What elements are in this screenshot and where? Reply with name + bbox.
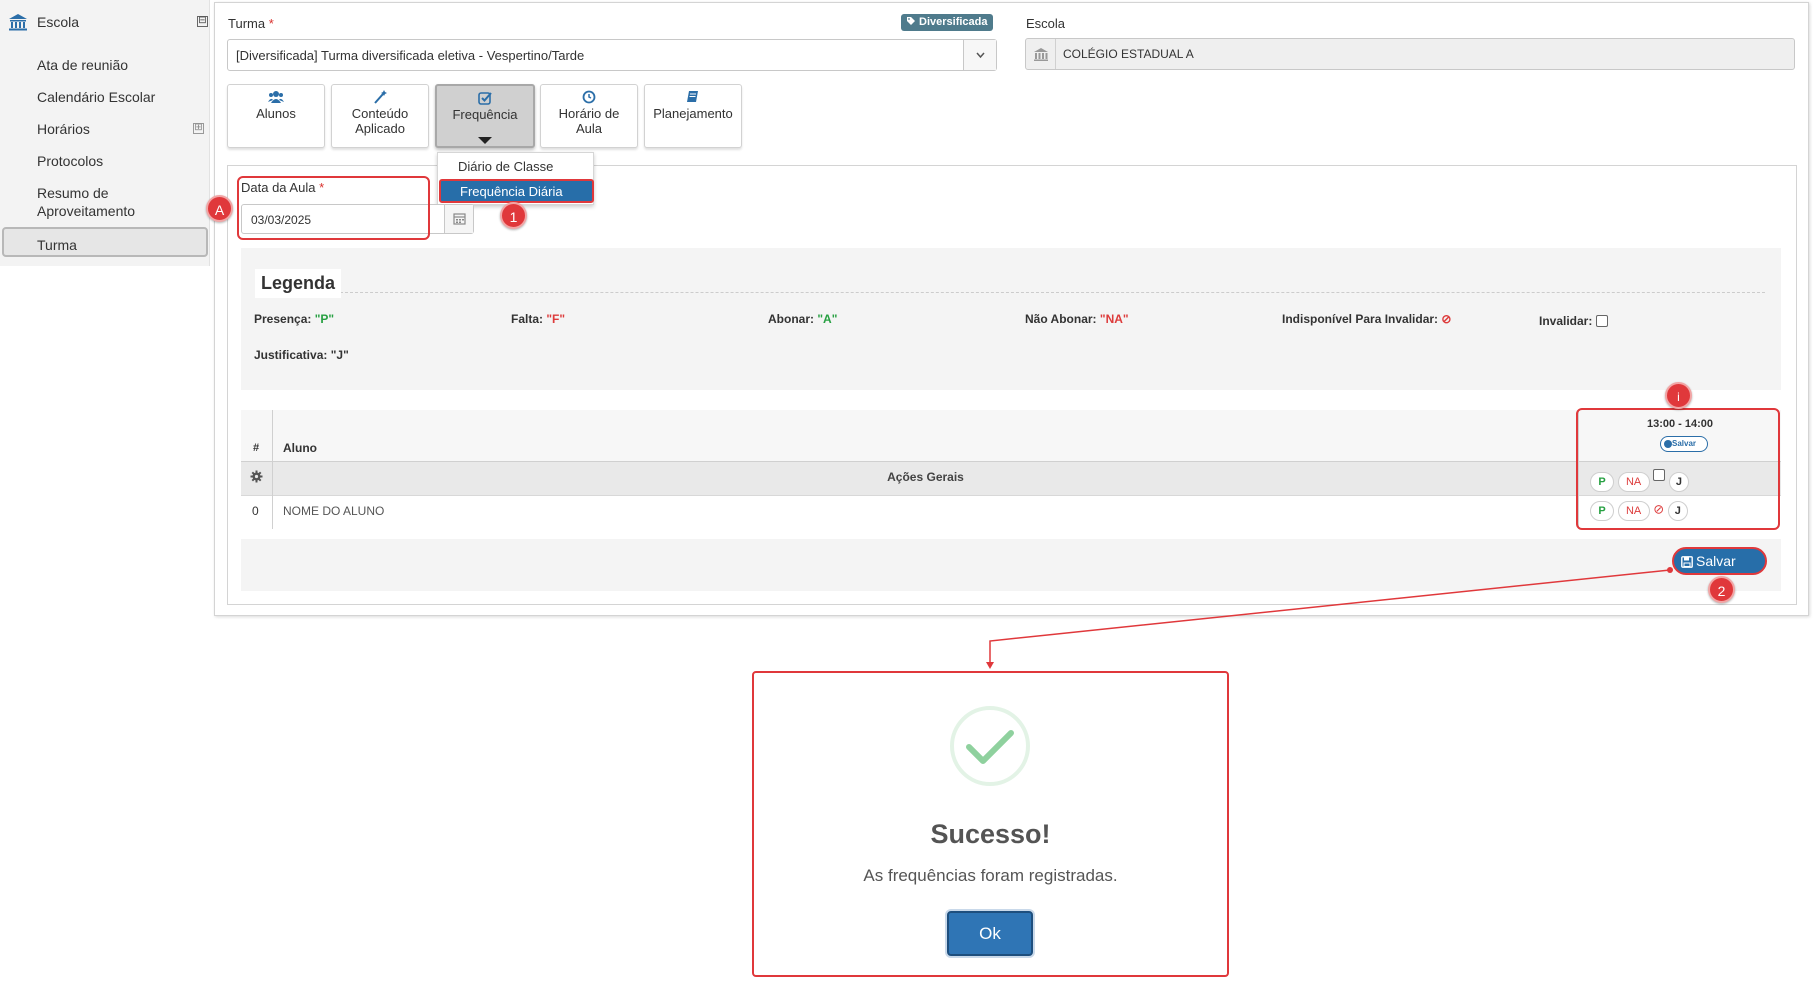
modal-title: Sucesso!: [930, 819, 1051, 849]
check-success-icon: [949, 705, 1031, 787]
ok-button[interactable]: Ok: [947, 911, 1033, 956]
modal-message: As frequências foram registradas.: [863, 866, 1118, 885]
marker-a: A: [206, 195, 233, 222]
marker-info: i: [1665, 382, 1692, 409]
marker-2: 2: [1708, 576, 1735, 603]
marker-1: 1: [500, 202, 527, 229]
